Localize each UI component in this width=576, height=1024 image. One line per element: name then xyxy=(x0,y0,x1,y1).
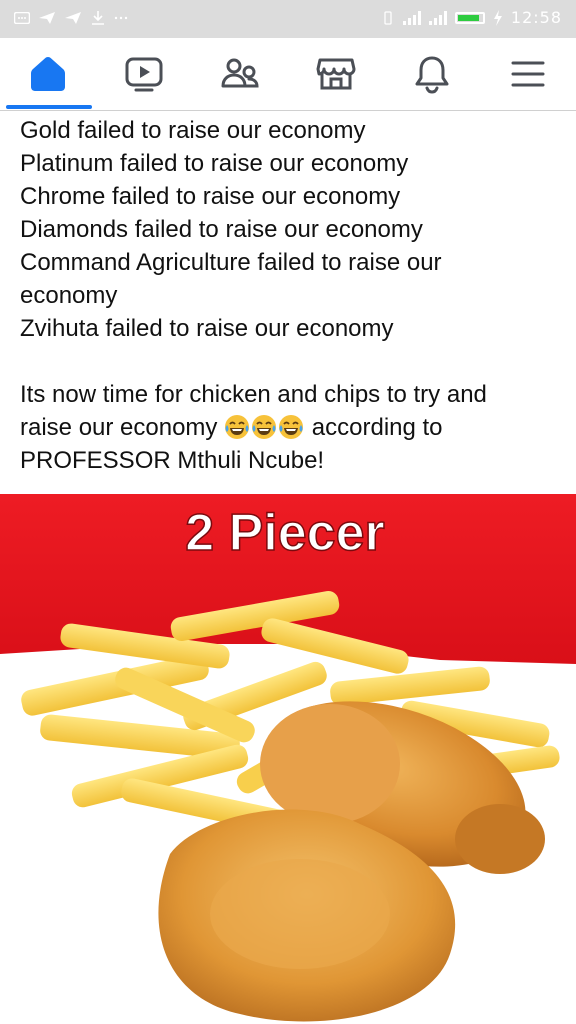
post-line: Gold failed to raise our economy xyxy=(20,117,366,144)
battery-icon xyxy=(454,11,485,24)
tears-of-joy-emoji xyxy=(225,415,250,439)
post-line: PROFESSOR Mthuli Ncube! xyxy=(20,447,325,474)
vibrate-icon xyxy=(384,10,392,25)
video-play-icon xyxy=(125,57,163,92)
post-text-segment: according to xyxy=(311,414,443,441)
post-line: Chrome failed to raise our economy xyxy=(20,183,401,210)
tab-marketplace[interactable] xyxy=(288,38,384,110)
tab-menu[interactable] xyxy=(480,38,576,110)
top-nav-bar xyxy=(0,38,576,111)
send-icon xyxy=(39,12,55,24)
post-line: Command Agriculture failed to raise our xyxy=(20,249,442,276)
post-text-segment: raise our economy xyxy=(20,414,218,441)
post-line: economy xyxy=(20,282,118,309)
signal-icon xyxy=(402,10,421,25)
download-icon xyxy=(92,11,104,25)
post-image[interactable]: 2 Piecer xyxy=(0,494,576,1024)
post-line: Its now time for chicken and chips to tr… xyxy=(20,381,487,408)
tab-home[interactable] xyxy=(0,38,96,110)
post-line: Zvihuta failed to raise our economy xyxy=(20,315,394,342)
tears-of-joy-emoji xyxy=(252,415,277,439)
tab-notifications[interactable] xyxy=(384,38,480,110)
chicken-and-chips-photo: 2 Piecer xyxy=(0,494,576,1022)
active-tab-indicator xyxy=(6,105,92,109)
friends-icon xyxy=(221,58,259,88)
tab-watch[interactable] xyxy=(96,38,192,110)
banner-text: 2 Piecer xyxy=(185,504,385,562)
message-icon xyxy=(14,12,30,24)
post-line: Platinum failed to raise our economy xyxy=(20,150,409,177)
marketplace-icon xyxy=(316,58,356,90)
tab-friends[interactable] xyxy=(192,38,288,110)
system-icons: 12:58 xyxy=(381,8,562,27)
notification-icons xyxy=(14,10,128,26)
post-text: Gold failed to raise our economy Platinu… xyxy=(20,114,560,477)
status-bar: 12:58 xyxy=(0,0,576,38)
post-line: Diamonds failed to raise our economy xyxy=(20,216,423,243)
home-icon xyxy=(31,57,65,91)
status-time: 12:58 xyxy=(510,8,562,27)
more-icon xyxy=(114,16,128,20)
bell-icon xyxy=(415,56,449,94)
tears-of-joy-emoji xyxy=(279,415,304,439)
hamburger-menu-icon xyxy=(511,61,545,87)
charging-icon xyxy=(493,9,502,26)
post-line: raise our economy according to xyxy=(20,411,560,444)
signal-icon xyxy=(428,10,447,25)
send-icon xyxy=(65,12,81,24)
